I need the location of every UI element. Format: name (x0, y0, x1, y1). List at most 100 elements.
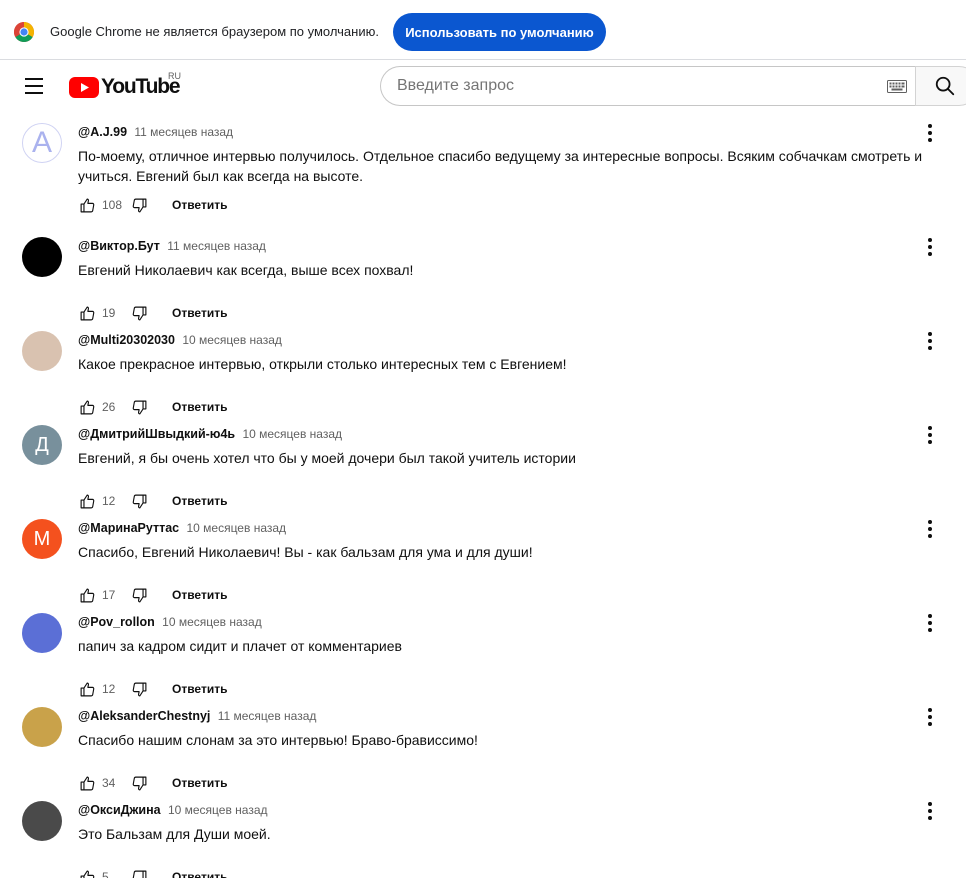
dislike-button[interactable] (130, 774, 148, 792)
comment-author[interactable]: @A.J.99 (78, 125, 127, 139)
guide-menu-button[interactable] (18, 72, 50, 100)
comment-timestamp[interactable]: 10 месяцев назад (162, 615, 262, 629)
comment-author[interactable]: @ОксиДжина (78, 803, 161, 817)
avatar[interactable] (22, 613, 62, 653)
menu-dot (928, 339, 932, 343)
thumbs-down-icon (132, 306, 146, 320)
menu-dot (928, 520, 932, 524)
comment-action-menu-icon[interactable] (920, 329, 940, 353)
like-button[interactable] (78, 196, 96, 214)
reply-button[interactable]: Ответить (172, 198, 227, 212)
comment-author[interactable]: @МаринаРуттас (78, 521, 179, 535)
youtube-play-icon (69, 76, 99, 98)
thumbs-down-icon (132, 494, 146, 508)
thumbs-down-icon (132, 776, 146, 790)
reply-button[interactable]: Ответить (172, 776, 227, 790)
menu-line (25, 78, 43, 80)
like-count: 17 (102, 588, 116, 602)
like-button[interactable] (78, 398, 96, 416)
comment-thread: @Multi20302030 10 месяцев назад Какое пр… (0, 323, 966, 417)
comment-timestamp[interactable]: 11 месяцев назад (167, 239, 266, 253)
comment-actions: 108 Ответить (78, 195, 227, 215)
reply-button[interactable]: Ответить (172, 588, 227, 602)
dislike-button[interactable] (130, 492, 148, 510)
comment-timestamp[interactable]: 11 месяцев назад (218, 709, 317, 723)
comment-header: @A.J.99 11 месяцев назад (78, 125, 233, 139)
country-code: RU (168, 71, 181, 81)
avatar[interactable]: A (22, 123, 62, 163)
reply-button[interactable]: Ответить (172, 494, 227, 508)
like-button[interactable] (78, 680, 96, 698)
thumbs-down-icon (132, 400, 146, 414)
avatar[interactable] (22, 801, 62, 841)
menu-dot (928, 440, 932, 444)
comment-text: Спасибо нашим слонам за это интервью! Бр… (78, 732, 478, 748)
avatar[interactable] (22, 237, 62, 277)
comment-action-menu-icon[interactable] (920, 611, 940, 635)
dislike-button[interactable] (130, 196, 148, 214)
thumbs-down-icon (132, 588, 146, 602)
reply-button[interactable]: Ответить (172, 870, 227, 878)
comment-author[interactable]: @Multi20302030 (78, 333, 175, 347)
reply-button[interactable]: Ответить (172, 682, 227, 696)
comment-timestamp[interactable]: 10 месяцев назад (186, 521, 286, 535)
set-default-browser-button[interactable]: Использовать по умолчанию (393, 13, 606, 51)
menu-dot (928, 252, 932, 256)
dislike-button[interactable] (130, 586, 148, 604)
dislike-button[interactable] (130, 304, 148, 322)
comment-author[interactable]: @Pov_rollon (78, 615, 155, 629)
comment-action-menu-icon[interactable] (920, 235, 940, 259)
menu-dot (928, 527, 932, 531)
avatar[interactable] (22, 331, 62, 371)
comment-text: папич за кадром сидит и плачет от коммен… (78, 638, 402, 654)
comment-author[interactable]: @Виктор.Бут (78, 239, 160, 253)
comment-timestamp[interactable]: 10 месяцев назад (242, 427, 342, 441)
like-button[interactable] (78, 304, 96, 322)
dislike-button[interactable] (130, 398, 148, 416)
like-button[interactable] (78, 586, 96, 604)
comment-timestamp[interactable]: 11 месяцев назад (134, 125, 233, 139)
keyboard-icon[interactable] (887, 80, 907, 93)
search-button[interactable] (915, 66, 966, 106)
dislike-button[interactable] (130, 868, 148, 878)
comment-action-menu-icon[interactable] (920, 517, 940, 541)
comment-action-menu-icon[interactable] (920, 121, 940, 145)
like-button[interactable] (78, 774, 96, 792)
comment-actions: 5 Ответить (78, 867, 227, 878)
comment-author[interactable]: @ДмитрийШвыдкий-ю4ь (78, 427, 235, 441)
avatar-letter: Д (35, 433, 49, 456)
menu-dot (928, 131, 932, 135)
comment-timestamp[interactable]: 10 месяцев назад (168, 803, 268, 817)
menu-dot (928, 138, 932, 142)
comment-actions: 19 Ответить (78, 303, 227, 323)
comment-timestamp[interactable]: 10 месяцев назад (182, 333, 282, 347)
search-input[interactable] (397, 77, 867, 95)
like-button[interactable] (78, 868, 96, 878)
search-box (380, 66, 915, 106)
comment-action-menu-icon[interactable] (920, 423, 940, 447)
comment-action-menu-icon[interactable] (920, 705, 940, 729)
youtube-logo[interactable]: YouTube (69, 75, 181, 99)
menu-dot (928, 238, 932, 242)
comment-action-menu-icon[interactable] (920, 799, 940, 823)
thumbs-down-icon (132, 682, 146, 696)
reply-button[interactable]: Ответить (172, 400, 227, 414)
like-button[interactable] (78, 492, 96, 510)
menu-dot (928, 816, 932, 820)
avatar[interactable]: М (22, 519, 62, 559)
reply-button[interactable]: Ответить (172, 306, 227, 320)
menu-dot (928, 346, 932, 350)
avatar[interactable] (22, 707, 62, 747)
thumbs-down-icon (132, 198, 146, 212)
menu-dot (928, 426, 932, 430)
comment-thread: @AleksanderChestnyj 11 месяцев назад Спа… (0, 699, 966, 793)
comment-thread: A @A.J.99 11 месяцев назад По-моему, отл… (0, 115, 966, 229)
menu-dot (928, 628, 932, 632)
comment-header: @AleksanderChestnyj 11 месяцев назад (78, 709, 316, 723)
comment-thread: @Pov_rollon 10 месяцев назад папич за ка… (0, 605, 966, 699)
avatar[interactable]: Д (22, 425, 62, 465)
dislike-button[interactable] (130, 680, 148, 698)
comment-author[interactable]: @AleksanderChestnyj (78, 709, 210, 723)
like-count: 34 (102, 776, 116, 790)
menu-dot (928, 124, 932, 128)
